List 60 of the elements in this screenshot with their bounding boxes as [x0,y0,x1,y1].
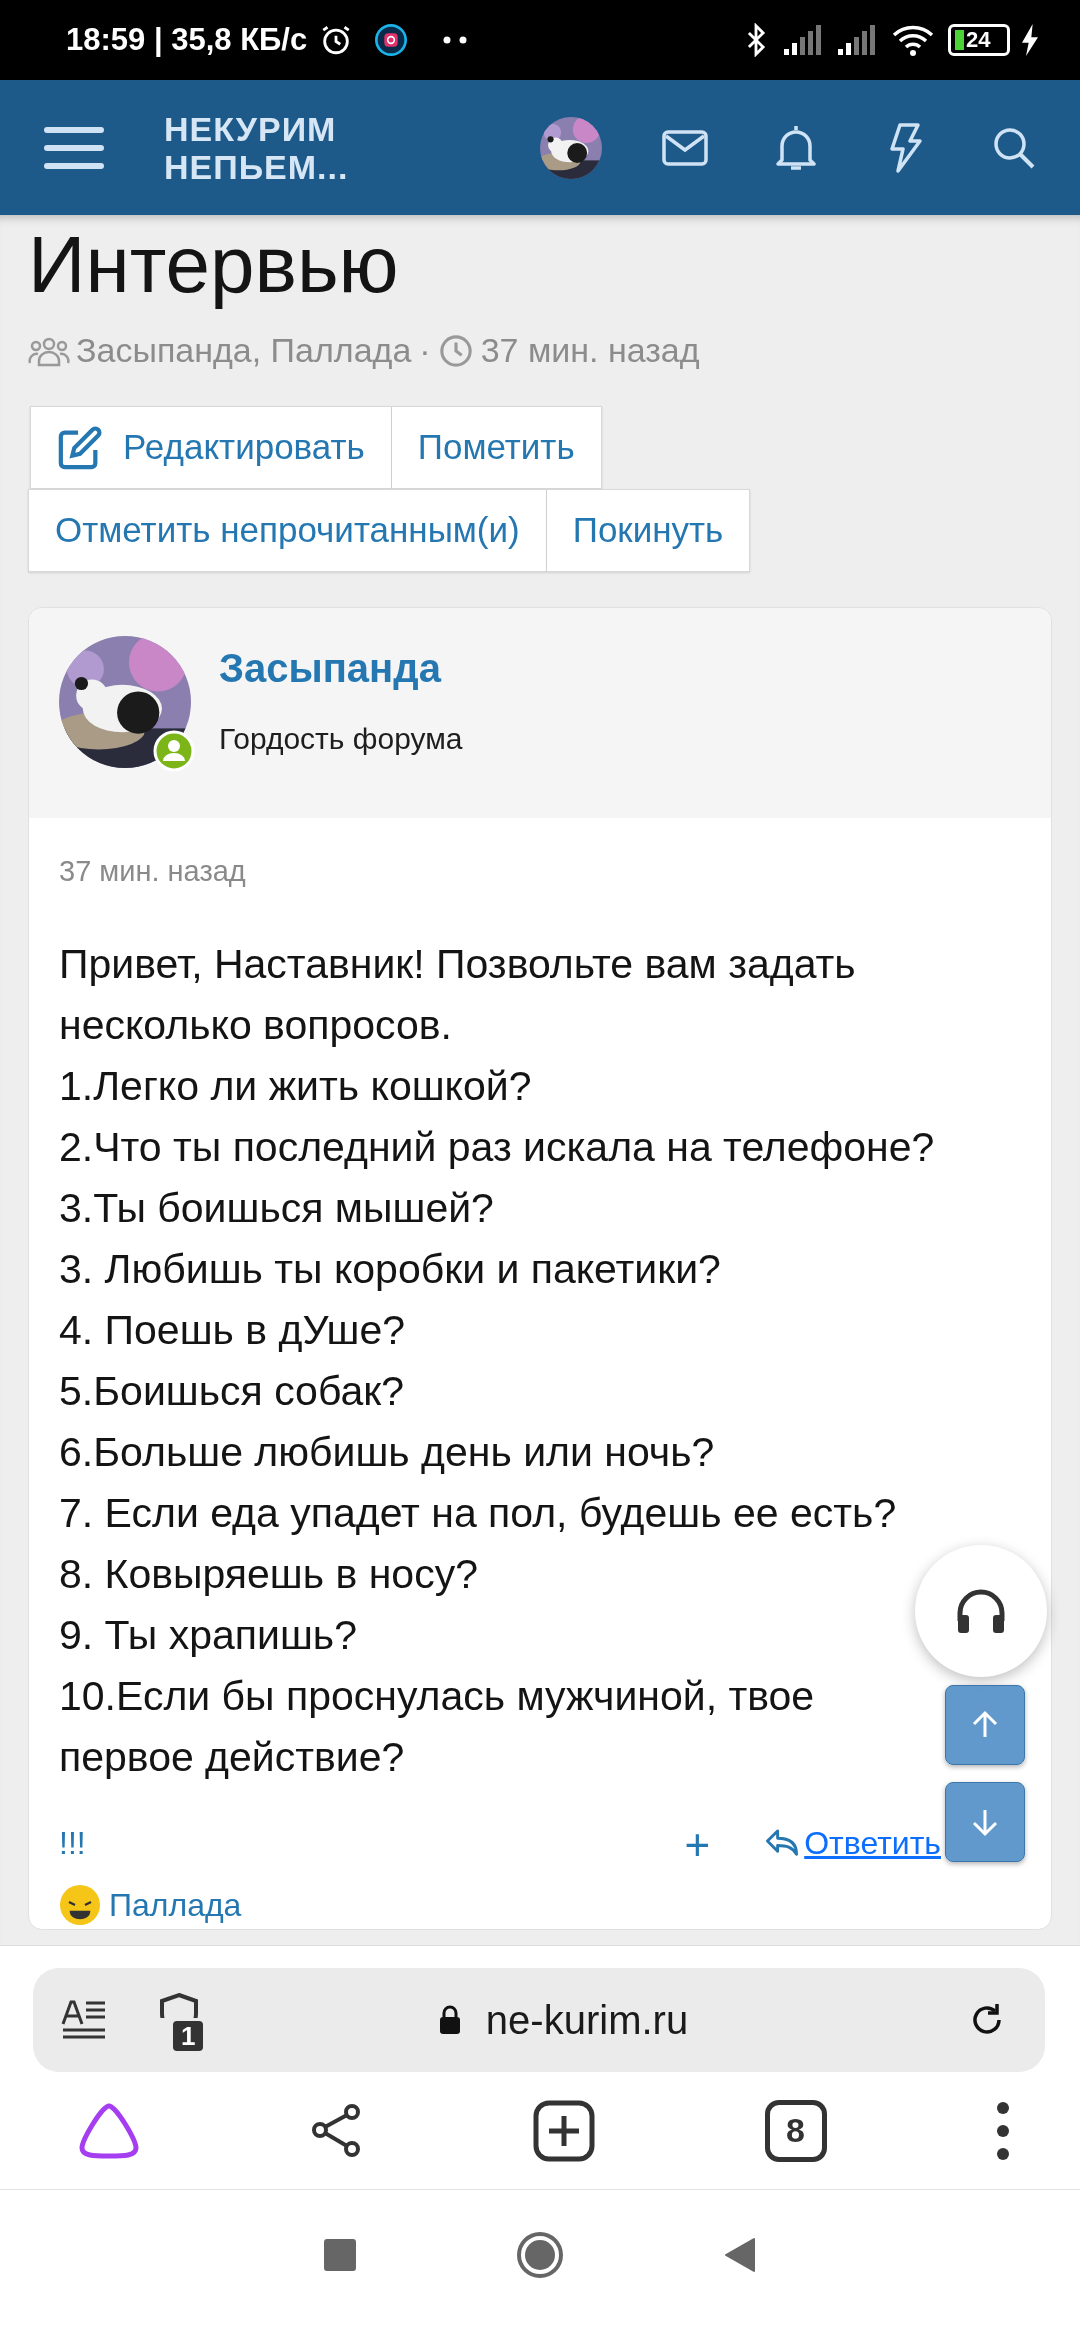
message-line: 1.Легко ли жить кошкой? [59,1061,532,1111]
reader-mode-icon[interactable] [61,1998,107,2042]
add-button[interactable]: + [684,1815,711,1873]
toolbar-button[interactable]: Покинуть [546,489,751,572]
message-line: Привет, Наставник! Позвольте вам задать [59,939,856,989]
thread-title: Интервью [28,219,400,311]
new-tab-icon[interactable] [533,2099,595,2162]
message-line: 2.Что ты последний раз искала на телефоне? [59,1122,935,1172]
toolbar-button[interactable]: Редактировать [30,406,392,489]
message-line: 3. Любишь ты коробки и пакетики? [59,1244,721,1294]
address-bar[interactable]: 1 ne-kurim.ru [33,1968,1045,2072]
wifi-icon [892,24,934,56]
message-line: несколько вопросов. [59,1000,452,1050]
message-line: 9. Ты храпишь? [59,1610,357,1660]
shield-icon[interactable] [157,1992,201,2018]
message-line: 5.Боишься собак? [59,1366,404,1416]
site-logo[interactable]: НЕКУРИМ НЕПЬЕМ... [164,109,349,186]
post-time: 37 мин. назад [58,854,247,889]
status-time: 18:59 | 35,8 КБ/с [66,20,308,59]
camera-icon [375,24,408,56]
clock-icon [438,333,473,368]
signal-icon [836,25,876,55]
lightning-icon[interactable] [888,122,922,173]
author-name[interactable]: Засыпанда [219,638,463,698]
headphones-icon [955,1587,1007,1635]
lock-icon [437,2005,462,2035]
message-line: 6.Больше любишь день или ночь? [59,1427,715,1477]
bell-icon[interactable] [776,123,816,172]
edit-icon [57,424,103,471]
battery-icon: 24 [948,24,1010,56]
tabs-count-button[interactable]: 8 [764,2099,827,2162]
charging-icon [1020,24,1040,56]
search-icon[interactable] [992,125,1036,170]
separator: · [419,330,431,371]
shield-count-badge: 1 [171,2019,206,2053]
scroll-down-button[interactable] [945,1782,1025,1862]
toolbar-button[interactable]: Отметить непрочитанным(и) [28,489,547,572]
author-role: Гордость форума [219,721,463,757]
more-icon[interactable] [996,2100,1010,2161]
back-icon[interactable] [724,2237,756,2273]
message-line: первое действие? [59,1732,405,1782]
home-circle-icon[interactable] [516,2231,564,2279]
reply-link[interactable]: Ответить [764,1823,941,1865]
url-text: ne-kurim.ru [485,1997,689,2044]
message-line: 4. Поешь в дУше? [59,1305,406,1355]
next-post-author[interactable]: Паллада [109,1880,242,1929]
menu-icon [44,126,104,169]
message-line: 8. Ковыряешь в носу? [59,1549,478,1599]
toolbar-button[interactable]: Пометить [391,406,602,489]
scroll-up-button[interactable] [945,1685,1025,1765]
mail-icon[interactable] [662,129,708,166]
message-line: 7. Если еда упадет на пол, будешь ее есть? [59,1488,897,1538]
thread-time: 37 мин. назад [480,330,700,371]
reaction-link[interactable]: !!! [59,1823,86,1865]
message-line: 10.Если бы проснулась мужчиной, твое [59,1671,815,1721]
message-line: 3.Ты боишься мышей? [59,1183,494,1233]
triangle-icon[interactable] [78,2101,140,2160]
emoji-icon [59,1883,101,1926]
thread-participants: Засыпанда, Паллада [76,330,412,371]
signal-icon [782,25,822,55]
